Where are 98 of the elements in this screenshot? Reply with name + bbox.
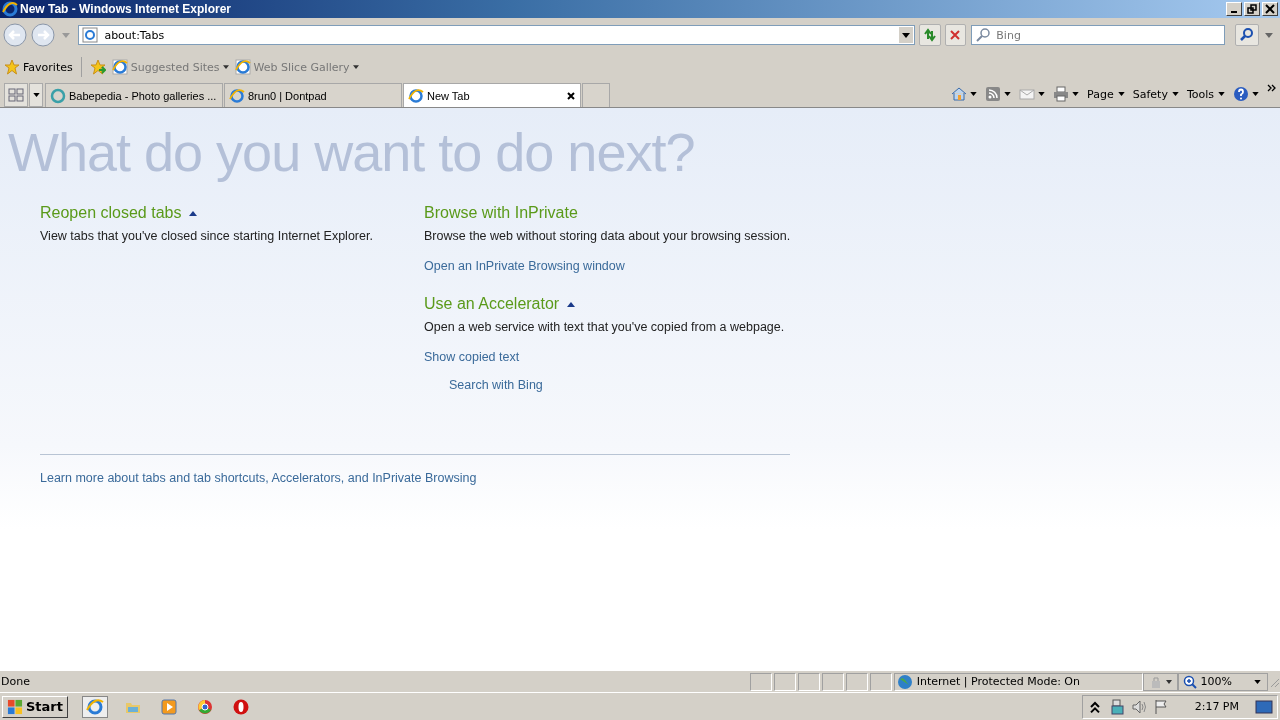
mail-icon (1019, 86, 1036, 102)
favorites-button[interactable]: Favorites (4, 59, 73, 75)
link[interactable]: Search with Bing (449, 378, 543, 392)
caret-icon (1072, 92, 1080, 96)
search-icon (1239, 27, 1256, 43)
mail-button[interactable] (1019, 86, 1046, 102)
browser-icon (2, 1, 18, 17)
page-icon (82, 27, 99, 43)
address-field[interactable]: about:Tabs (78, 25, 915, 45)
caret-icon[interactable] (1265, 32, 1273, 38)
refresh-button[interactable] (918, 24, 941, 46)
back-button[interactable] (3, 22, 29, 48)
tab-list-button[interactable] (29, 83, 43, 107)
command-menu[interactable]: Tools (1186, 87, 1225, 101)
zoom-icon (1183, 674, 1198, 689)
caret-icon (1117, 92, 1125, 96)
search-button[interactable] (1235, 24, 1260, 46)
security-zone-text: Internet | Protected Mode: On (916, 675, 1080, 688)
help-button[interactable] (1233, 86, 1259, 102)
browser-tab[interactable]: New Tab (403, 83, 581, 107)
security-button[interactable] (1142, 672, 1179, 691)
ring-icon (50, 87, 66, 104)
browser-icon (408, 87, 424, 104)
caret-icon (1171, 92, 1179, 96)
status-text: Done (1, 675, 31, 688)
browser-taskbar-button[interactable] (82, 695, 108, 718)
collapse-caret-icon[interactable] (567, 301, 576, 307)
back-icon (3, 23, 27, 47)
status-pane (821, 672, 844, 691)
clock[interactable]: 2:17 PM (1194, 700, 1239, 713)
section-title: Browse with InPrivate (424, 204, 578, 222)
print-icon (1053, 86, 1070, 102)
link[interactable]: Show copied text (424, 350, 520, 364)
section-description: Open a web service with text that you've copied from a webpage. (424, 319, 786, 336)
feeds-icon (985, 86, 1002, 102)
print-button[interactable] (1053, 86, 1080, 102)
section-description: Browse the web without storing data about your browsing session. (424, 228, 792, 245)
command-menu[interactable]: Safety (1132, 87, 1179, 101)
zoom-button[interactable]: 100% (1178, 672, 1269, 691)
home-icon (951, 86, 968, 102)
home-button[interactable] (951, 86, 978, 102)
quick-tabs-icon (8, 87, 24, 103)
close-tab-icon[interactable] (566, 90, 576, 101)
command-menu[interactable]: Page (1087, 87, 1125, 101)
search-icon (975, 27, 992, 43)
caret-icon (1252, 92, 1259, 96)
dropdown-icon[interactable] (898, 27, 913, 43)
globe-icon (896, 673, 913, 690)
show-desktop-icon[interactable] (1255, 698, 1273, 715)
browser-taskbar-icon (86, 697, 104, 716)
status-pane (773, 672, 796, 691)
section-title: Use an Accelerator (424, 295, 560, 313)
browser-icon (229, 87, 245, 104)
status-pane (845, 672, 868, 691)
close-icon (1265, 4, 1275, 14)
page-icon (234, 59, 251, 75)
minimize-button[interactable] (1226, 2, 1242, 16)
star-add-icon (89, 59, 106, 75)
caret-icon (1218, 92, 1225, 96)
stop-button[interactable] (944, 24, 967, 46)
window-title: New Tab - Windows Internet Explorer (20, 2, 232, 16)
caret-icon (352, 65, 359, 69)
help-icon (1233, 86, 1249, 102)
network-icon[interactable] (1108, 698, 1125, 715)
status-pane (869, 672, 892, 691)
restore-button[interactable] (1244, 2, 1260, 16)
close-button[interactable] (1262, 2, 1278, 16)
page-icon (111, 59, 128, 75)
caret-icon (32, 93, 40, 97)
feeds-button[interactable] (985, 86, 1012, 102)
more-commands-icon[interactable] (1267, 84, 1276, 92)
caret-icon (1254, 679, 1262, 684)
section-description: View tabs that you've closed since starting Internet Explorer. (40, 228, 374, 245)
restore-icon (1247, 4, 1257, 14)
caret-icon (1004, 92, 1012, 96)
stop-icon (948, 28, 963, 42)
status-pane (797, 672, 820, 691)
media-player-taskbar-icon (160, 697, 178, 716)
browser-tab[interactable]: 8run0 | Dontpad (224, 83, 402, 107)
flag-icon[interactable] (1152, 698, 1169, 715)
browser-tab[interactable]: Babepedia - Photo galleries ... (45, 83, 223, 107)
minimize-icon (1231, 11, 1237, 13)
forward-icon (30, 23, 55, 47)
star-icon (4, 59, 20, 75)
caret-icon (970, 92, 978, 96)
collapse-caret-icon[interactable] (189, 210, 198, 216)
windows-logo-icon (7, 698, 23, 715)
search-field[interactable]: Bing (971, 25, 1226, 45)
section-title: Reopen closed tabs (40, 204, 182, 222)
forward-button[interactable] (30, 22, 57, 48)
speaker-icon[interactable] (1130, 698, 1147, 715)
refresh-icon (922, 28, 937, 42)
link[interactable]: Learn more about tabs and tab shortcuts, Accelerators, and InPrivate Browsing (40, 471, 477, 485)
link[interactable]: Open an InPrivate Browsing window (424, 259, 625, 273)
caret-icon (1038, 92, 1046, 96)
caret-icon (222, 65, 229, 69)
start-button[interactable]: Start (2, 695, 68, 718)
status-pane (749, 672, 772, 691)
